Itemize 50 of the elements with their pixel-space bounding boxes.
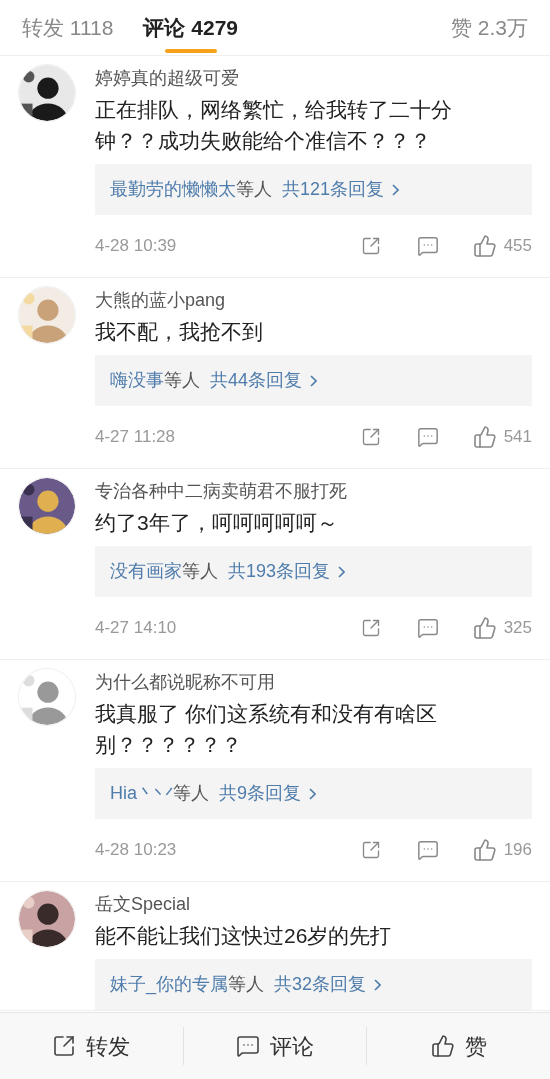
comment-icon[interactable] — [416, 617, 439, 639]
timestamp: 4-27 14:10 — [95, 617, 177, 640]
like-icon — [430, 1034, 455, 1058]
replies-link[interactable]: 嗨没事等人 共44条回复 — [95, 355, 532, 406]
chevron-icon — [310, 374, 318, 387]
like-count: 455 — [503, 235, 532, 258]
tab[interactable]: 转发 1118 — [22, 0, 114, 56]
comment-icon[interactable] — [416, 426, 439, 448]
like-count: 541 — [503, 426, 532, 449]
user-name[interactable]: 婷婷真的超级可爱 — [95, 65, 532, 91]
like-count: 196 — [503, 839, 532, 862]
comment-text: 约了3年了，呵呵呵呵呵～ — [95, 510, 339, 536]
share-icon[interactable] — [360, 840, 381, 860]
chevron-icon — [392, 183, 400, 196]
tab[interactable]: 评论 4279 — [143, 0, 238, 56]
user-name[interactable]: 专治各种中二病卖萌君不服打死 — [95, 478, 532, 504]
tab-indicator — [164, 49, 217, 53]
timestamp: 4-28 10:39 — [95, 235, 177, 258]
like-icon[interactable] — [472, 838, 497, 862]
share-icon[interactable] — [360, 236, 381, 256]
like-button[interactable]: 赞 — [367, 1013, 550, 1079]
like-icon[interactable] — [472, 425, 497, 449]
comment-icon[interactable] — [416, 839, 439, 861]
share-icon[interactable] — [360, 427, 381, 447]
chevron-icon — [338, 565, 346, 578]
replies-link[interactable]: 最勤劳的懒懒太等人 共121条回复 — [95, 164, 532, 215]
timestamp: 4-28 10:23 — [95, 839, 177, 862]
comment-icon — [236, 1034, 260, 1058]
comment-button[interactable]: 评论 — [183, 1013, 367, 1079]
like-icon[interactable] — [472, 234, 497, 258]
user-name[interactable]: 为什么都说昵称不可用 — [95, 669, 532, 695]
tab[interactable]: 赞 2.3万 — [450, 0, 528, 56]
comment-text: 我真服了 你们这系统有和没有有啥区别？？？？？？ — [95, 701, 438, 758]
user-name[interactable]: 大熊的蓝小pang — [95, 287, 532, 313]
timestamp: 4-27 11:28 — [95, 426, 176, 449]
comment-text: 我不配，我抢不到 — [95, 319, 264, 345]
comment-icon[interactable] — [416, 235, 439, 257]
share-icon[interactable] — [360, 618, 381, 638]
repost-icon — [52, 1034, 77, 1058]
chevron-icon — [374, 978, 382, 991]
replies-link[interactable]: Hia丶丷等人 共9条回复 — [95, 768, 532, 819]
like-icon[interactable] — [472, 616, 497, 640]
replies-link[interactable]: 妹子_你的专属等人 共32条回复 — [95, 959, 532, 1010]
user-name[interactable]: 岳文Special — [95, 891, 532, 917]
chevron-icon — [309, 787, 317, 800]
comment-text: 能不能让我们这快过26岁的先打 — [95, 923, 393, 949]
replies-link[interactable]: 没有画家等人 共193条回复 — [95, 546, 532, 597]
repost-button[interactable]: 转发 — [0, 1013, 183, 1079]
comment-text: 正在排队，网络繁忙，给我转了二十分钟？？成功失败能给个准信不？？？ — [95, 97, 453, 154]
like-count: 325 — [503, 617, 532, 640]
